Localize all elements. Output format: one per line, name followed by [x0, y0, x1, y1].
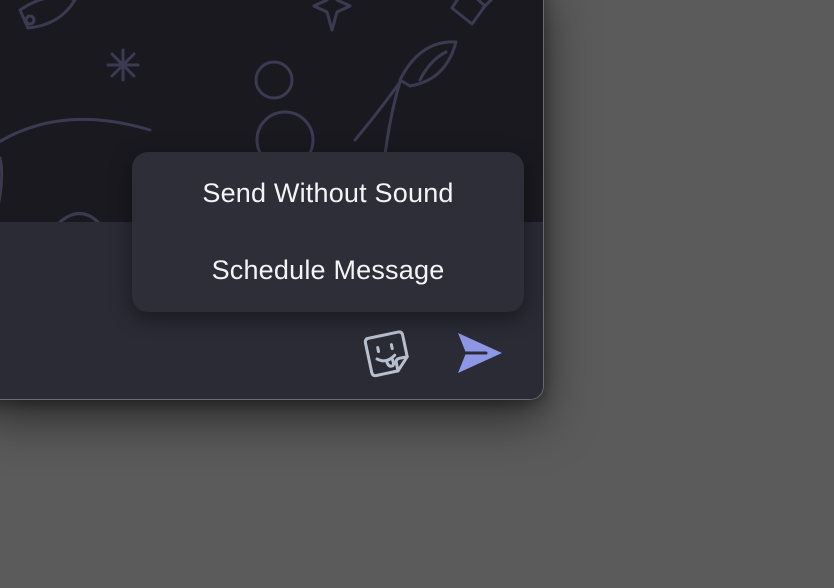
- smiley-sticker-icon: [363, 330, 409, 378]
- paper-plane-send-icon: [458, 333, 502, 373]
- menu-item-send-without-sound[interactable]: Send Without Sound: [132, 155, 524, 232]
- menu-item-schedule-message[interactable]: Schedule Message: [132, 232, 524, 309]
- sticker-button[interactable]: [358, 325, 414, 381]
- send-button[interactable]: [452, 326, 508, 380]
- desktop-background: Send Without Sound Schedule Message: [0, 0, 834, 588]
- send-options-menu: Send Without Sound Schedule Message: [132, 152, 524, 312]
